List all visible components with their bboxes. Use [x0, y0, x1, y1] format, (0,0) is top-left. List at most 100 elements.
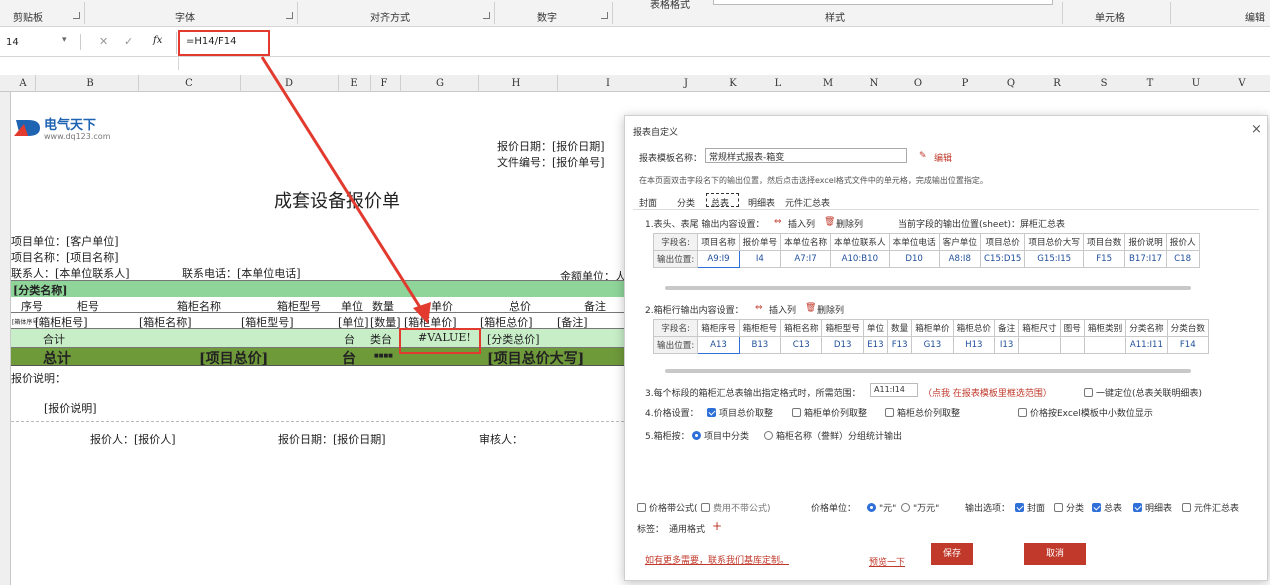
insert-column-button[interactable]: 插入列 [769, 303, 796, 316]
range-input[interactable]: A11:I14 [870, 383, 918, 397]
insert-column-button[interactable]: 插入列 [788, 217, 815, 230]
group-by-category-radio[interactable]: 项目中分类 [692, 429, 749, 442]
radio-checked-icon [692, 431, 701, 440]
output-component-checkbox[interactable]: 元件汇总表 [1182, 501, 1239, 514]
field-name[interactable]: 数量 [887, 319, 913, 337]
output-position[interactable]: D13 [821, 336, 864, 354]
field-name[interactable]: 箱柜总价 [952, 319, 996, 337]
field-name[interactable]: 箱柜尺寸 [1018, 319, 1061, 337]
output-position[interactable]: A7:I7 [780, 250, 832, 268]
field-name[interactable]: 项目台数 [1082, 233, 1126, 251]
output-position[interactable]: D10 [888, 250, 940, 268]
field-name[interactable]: 客户单位 [938, 233, 982, 251]
select-range-link[interactable]: （点我 在报表模板里框选范围） [923, 386, 1052, 399]
output-position[interactable]: E13 [862, 336, 889, 354]
output-position[interactable]: C13 [780, 336, 823, 354]
field-name[interactable]: 箱柜型号 [821, 319, 864, 337]
field-name[interactable]: 报价单号 [738, 233, 782, 251]
option5-label: 5.箱柜按： [645, 432, 690, 442]
output-position[interactable]: A11:I11 [1125, 336, 1168, 354]
tab-component-summary[interactable]: 元件汇总表 [785, 196, 830, 209]
field-name[interactable]: 箱柜柜号 [738, 319, 782, 337]
tab-category[interactable]: 分类 [677, 196, 695, 209]
preview-link[interactable]: 预览一下 [869, 555, 905, 568]
radio-label: 项目中分类 [704, 432, 750, 442]
section1-scrollbar[interactable] [665, 286, 1191, 290]
field-name[interactable]: 箱柜名称 [780, 319, 823, 337]
fee-formula-checkbox[interactable]: 费用不带公式) [701, 501, 771, 514]
tab-detail[interactable]: 明细表 [748, 196, 775, 209]
field-name[interactable]: 箱柜单价 [911, 319, 954, 337]
field-name[interactable]: 单位 [862, 319, 889, 337]
output-position[interactable]: A13 [697, 336, 740, 354]
custom-link[interactable]: 如有更多需要，联系我们基库定制。 [645, 553, 789, 566]
locate-checkbox[interactable]: 一键定位(总表关联明细表) [1084, 386, 1202, 399]
template-name-input[interactable]: 常规样式报表-箱变 [705, 148, 907, 163]
checkbox-icon [1084, 388, 1093, 397]
output-position[interactable]: G13 [911, 336, 954, 354]
tab-cover[interactable]: 封面 [639, 196, 657, 209]
price-formula-checkbox[interactable]: 价格带公式( [637, 501, 698, 514]
output-position[interactable]: F15 [1082, 250, 1126, 268]
template-name-value: 常规样式报表-箱变 [709, 153, 785, 163]
field-name[interactable]: 项目总价大写 [1024, 233, 1084, 251]
add-tag-button[interactable]: + [712, 519, 722, 533]
unit-yuan-radio[interactable]: "元" [867, 501, 896, 514]
group-by-name-radio[interactable]: 箱柜名称（誊鲜）分组统计输出 [764, 429, 902, 442]
output-position-row: 输出位置: A13 B13 C13 D13 E13 F13 G13 H13 I1… [652, 336, 1210, 354]
close-icon[interactable]: × [1251, 122, 1262, 137]
delete-column-button[interactable]: 删除列 [836, 217, 863, 230]
tab-summary[interactable]: 总表 [706, 193, 739, 209]
delete-column-icon[interactable]: 🗑 [824, 217, 835, 227]
tab-divider [633, 209, 1259, 210]
save-button[interactable]: 保存 [931, 543, 973, 565]
output-position[interactable]: F14 [1166, 336, 1210, 354]
delete-column-button[interactable]: 删除列 [817, 303, 844, 316]
output-position[interactable]: A8:I8 [938, 250, 982, 268]
output-position[interactable]: I13 [994, 336, 1020, 354]
field-name[interactable]: 报价人 [1165, 233, 1200, 251]
field-name[interactable]: 报价说明 [1124, 233, 1167, 251]
field-name[interactable]: 图号 [1059, 319, 1085, 337]
field-name[interactable]: 本单位联系人 [830, 233, 890, 251]
output-position[interactable]: A10:B10 [830, 250, 890, 268]
round-total-price-checkbox[interactable]: 箱柜总价列取整 [885, 406, 960, 419]
edit-icon[interactable]: ✎ [919, 151, 927, 161]
round-unit-price-checkbox[interactable]: 箱柜单价列取整 [792, 406, 867, 419]
field-name[interactable]: 本单位电话 [888, 233, 940, 251]
field-name[interactable]: 项目名称 [697, 233, 740, 251]
insert-column-icon[interactable]: ⇔ [755, 303, 763, 313]
output-category-checkbox[interactable]: 分类 [1054, 501, 1084, 514]
output-position[interactable] [1059, 336, 1085, 354]
output-position[interactable]: A9:I9 [697, 250, 740, 268]
field-name[interactable]: 备注 [994, 319, 1020, 337]
output-position[interactable]: G15:I15 [1024, 250, 1084, 268]
field-name[interactable]: 项目总价 [979, 233, 1026, 251]
output-position[interactable]: C15:D15 [979, 250, 1026, 268]
output-position[interactable]: H13 [952, 336, 996, 354]
output-cover-checkbox[interactable]: 封面 [1015, 501, 1045, 514]
output-position[interactable]: C18 [1165, 250, 1200, 268]
output-position[interactable]: I4 [738, 250, 782, 268]
field-name[interactable]: 本单位名称 [780, 233, 832, 251]
excel-decimal-checkbox[interactable]: 价格按Excel模板中小数位显示 [1018, 406, 1153, 419]
output-summary-checkbox[interactable]: 总表 [1092, 501, 1122, 514]
output-position[interactable] [1083, 336, 1127, 354]
section2-scrollbar[interactable] [665, 369, 1191, 373]
field-name[interactable]: 分类台数 [1166, 319, 1210, 337]
field-name[interactable]: 箱柜序号 [697, 319, 740, 337]
output-detail-checkbox[interactable]: 明细表 [1133, 501, 1172, 514]
output-position[interactable]: B13 [738, 336, 782, 354]
tag-value[interactable]: 通用格式 [669, 522, 705, 535]
delete-column-icon[interactable]: 🗑 [805, 303, 816, 313]
field-name[interactable]: 箱柜类别 [1083, 319, 1127, 337]
insert-column-icon[interactable]: ⇔ [774, 217, 782, 227]
output-position[interactable]: B17:I17 [1124, 250, 1167, 268]
unit-wan-radio[interactable]: "万元" [901, 501, 939, 514]
edit-link[interactable]: 编辑 [934, 151, 952, 164]
output-position[interactable]: F13 [887, 336, 913, 354]
cancel-button[interactable]: 取消 [1024, 543, 1086, 565]
round-project-total-checkbox[interactable]: 项目总价取整 [707, 406, 773, 419]
field-name[interactable]: 分类名称 [1125, 319, 1168, 337]
output-position[interactable] [1018, 336, 1061, 354]
